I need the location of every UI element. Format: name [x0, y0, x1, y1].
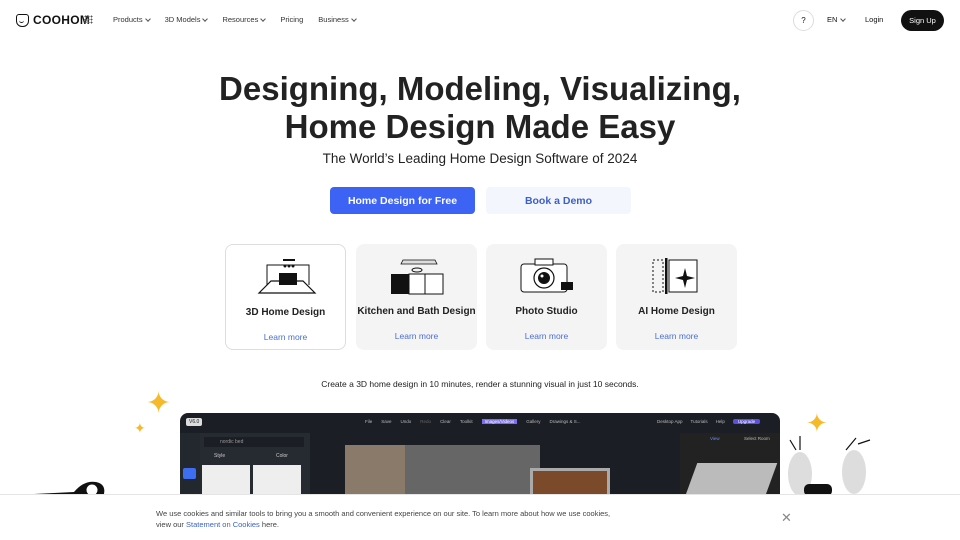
login-link[interactable]: Login — [865, 15, 883, 24]
learn-more-link[interactable]: Learn more — [356, 331, 477, 341]
search-input[interactable]: nordic bed — [204, 437, 304, 447]
learn-more-link[interactable]: Learn more — [616, 331, 737, 341]
illustration-person-lying — [34, 481, 105, 496]
learn-more-link[interactable]: Learn more — [486, 331, 607, 341]
menu-resources[interactable]: Resources — [222, 15, 267, 24]
kitchen-icon — [391, 259, 444, 295]
card-photo-studio[interactable]: Photo Studio Learn more — [486, 244, 607, 350]
menu-business[interactable]: Business — [318, 15, 357, 24]
learn-more-link[interactable]: Learn more — [226, 332, 345, 342]
hero-subtitle: The World’s Leading Home Design Software… — [322, 151, 638, 166]
app-toolbar: File Save Undo Redo Clear Toolkit Images/Video… — [365, 419, 581, 424]
book-demo-button[interactable]: Book a Demo — [486, 187, 631, 214]
brand-logo[interactable]: COOHOM — [16, 13, 90, 27]
card-kitchen-bath[interactable]: Kitchen and Bath Design Learn more — [356, 244, 477, 350]
menu-products[interactable]: Products — [113, 15, 151, 24]
card-ai-home-design[interactable]: AI Home Design Learn more — [616, 244, 737, 350]
version-badge: V6.0 — [186, 418, 203, 426]
signup-button[interactable]: Sign Up — [901, 10, 944, 31]
chevron-down-icon — [260, 15, 267, 22]
help-button[interactable]: ? — [793, 10, 814, 31]
menu-3d-models[interactable]: 3D Models — [165, 15, 209, 24]
3d-room-icon — [257, 259, 317, 294]
chevron-down-icon — [202, 15, 209, 22]
illustration-person-legs — [788, 436, 871, 496]
chevron-down-icon — [350, 15, 357, 22]
app-preview: V6.0 nordic bed Style Color File Save Undo… — [180, 413, 780, 503]
sidebar-active-icon[interactable] — [183, 468, 196, 479]
logo-icon — [16, 13, 29, 27]
card-3d-home-design[interactable]: 3D Home Design Learn more — [225, 244, 346, 350]
sparkle-icon: ✦ — [146, 387, 172, 420]
hero-title: Designing, Modeling, Visualizing, Home De… — [219, 70, 741, 145]
language-selector[interactable]: EN — [827, 15, 847, 24]
menu-pricing[interactable]: Pricing — [280, 15, 303, 24]
top-nav: COOHOM Products 3D Models Resources Pric… — [0, 0, 960, 40]
apps-grid-icon[interactable] — [84, 15, 93, 24]
ai-sparkle-icon — [652, 258, 698, 294]
close-icon[interactable]: ✕ — [781, 510, 792, 526]
home-design-free-button[interactable]: Home Design for Free — [330, 187, 475, 214]
cookie-statement-link[interactable]: Statement on Cookies — [186, 520, 260, 529]
camera-icon — [520, 258, 573, 293]
main-menu: Products 3D Models Resources Pricing Bus… — [113, 15, 357, 24]
sparkle-icon: ✦ — [134, 420, 146, 436]
upgrade-button[interactable]: Upgrade — [732, 419, 761, 424]
chevron-down-icon — [144, 15, 151, 22]
cookie-banner: We use cookies and similar tools to brin… — [0, 494, 960, 540]
tagline: Create a 3D home design in 10 minutes, r… — [321, 379, 639, 389]
chevron-down-icon — [840, 15, 847, 22]
